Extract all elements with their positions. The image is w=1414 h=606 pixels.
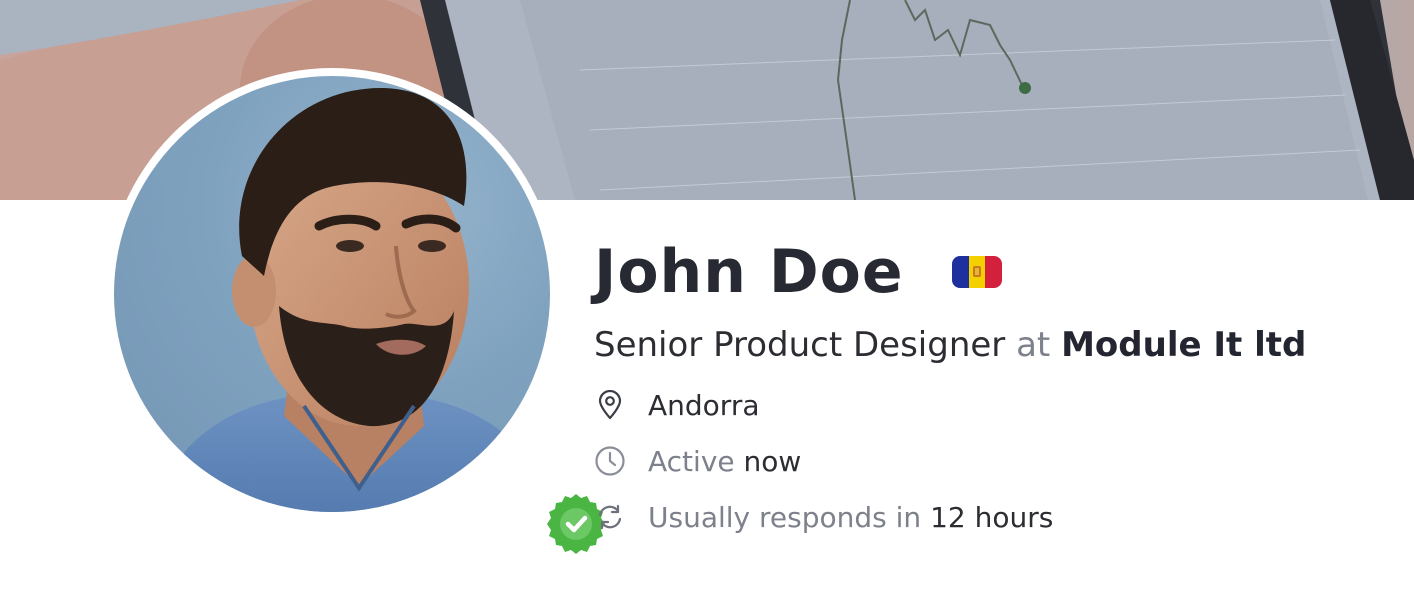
activity-label: Active — [648, 444, 735, 478]
location-value: Andorra — [648, 388, 760, 422]
response-label: Usually responds in — [648, 500, 922, 534]
activity-value: now — [743, 444, 802, 478]
profile-name: John Doe — [594, 237, 904, 307]
profile-info: John Doe Senior Product Designer at Modu… — [594, 226, 1394, 538]
avatar-portrait — [154, 87, 550, 512]
andorra-flag-icon — [951, 256, 1002, 288]
map-pin-icon — [594, 389, 626, 421]
activity-row: Active now — [594, 440, 1394, 482]
name-row: John Doe — [594, 226, 1394, 318]
profile-avatar-frame — [106, 68, 605, 554]
response-value: 12 hours — [930, 500, 1054, 534]
clock-icon — [594, 445, 626, 477]
location-row: Andorra — [594, 384, 1394, 426]
job-title-separator: at — [1016, 325, 1062, 365]
job-title: Senior Product Designer — [594, 325, 1006, 365]
avatar[interactable] — [114, 76, 550, 512]
refresh-icon — [594, 501, 626, 533]
response-row: Usually responds in 12 hours — [594, 496, 1394, 538]
job-title-row: Senior Product Designer at Module It ltd — [594, 320, 1394, 370]
company-link[interactable]: Module It ltd — [1061, 325, 1306, 365]
